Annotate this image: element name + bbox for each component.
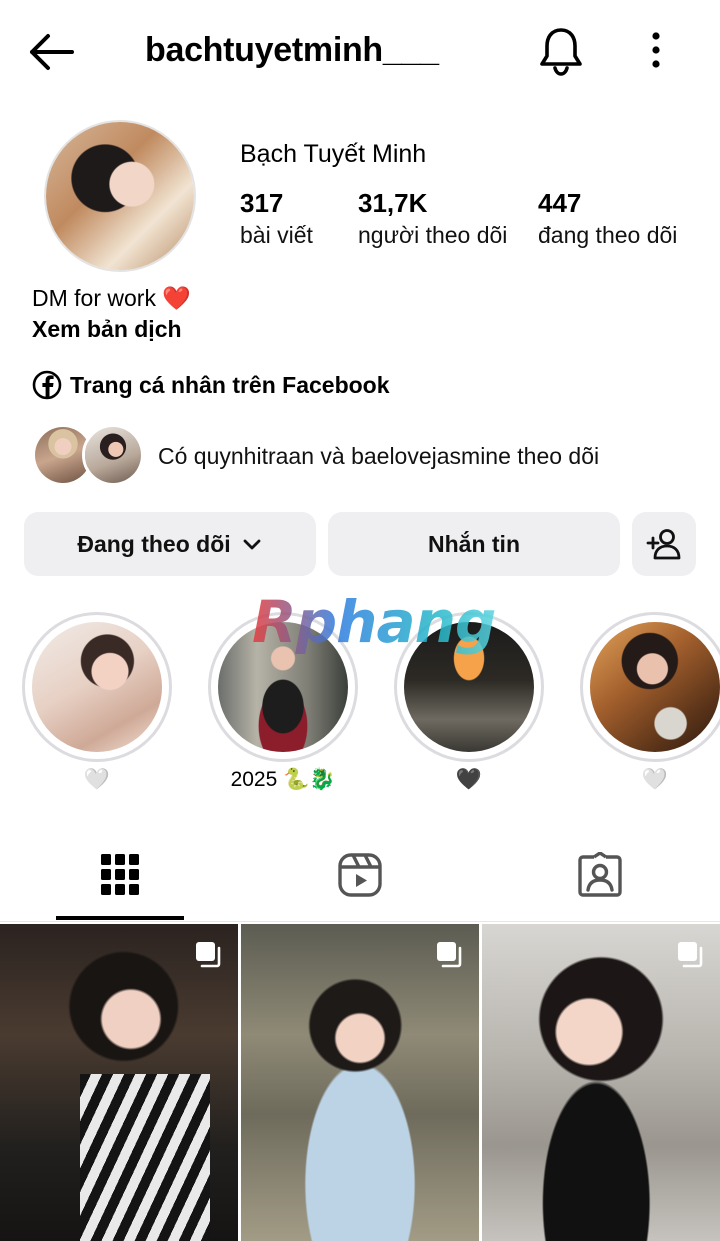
stat-following-label: đang theo dõi — [538, 222, 678, 248]
tab-posts[interactable] — [0, 830, 240, 920]
facebook-link-label: Trang cá nhân trên Facebook — [70, 371, 390, 398]
stat-followers-value: 31,7K — [358, 188, 428, 218]
highlight-cover — [590, 622, 720, 752]
arrow-left-icon — [30, 34, 74, 70]
post-thumbnail[interactable] — [482, 924, 720, 1241]
highlight-cover — [32, 622, 162, 752]
stat-following[interactable]: 447 đang theo dõi — [538, 186, 677, 250]
carousel-icon — [678, 942, 703, 968]
highlight-label: 2025 🐍🐉 — [230, 768, 336, 791]
translate-bio-link[interactable]: Xem bản dịch — [32, 314, 182, 344]
facebook-profile-link[interactable]: Trang cá nhân trên Facebook — [32, 368, 390, 402]
following-button[interactable]: Đang theo dõi — [24, 512, 316, 576]
highlight-ring — [22, 612, 172, 762]
carousel-icon — [437, 942, 462, 968]
add-user-icon — [646, 529, 681, 560]
profile-bio: DM for work ❤️ — [32, 285, 191, 311]
tab-tagged[interactable] — [480, 830, 720, 920]
post-thumbnail[interactable] — [241, 924, 479, 1241]
suggest-people-button[interactable] — [632, 512, 696, 576]
profile-avatar[interactable] — [44, 120, 196, 272]
facebook-icon — [32, 370, 62, 400]
stat-posts-value: 317 — [240, 188, 284, 218]
carousel-icon — [196, 942, 221, 968]
more-options-button[interactable] — [640, 26, 672, 74]
more-vertical-icon — [652, 32, 660, 68]
notifications-button[interactable] — [536, 24, 586, 76]
mutual-avatar — [82, 424, 144, 486]
tagged-icon — [578, 852, 622, 897]
bell-icon — [540, 28, 582, 76]
avatar-image — [46, 122, 194, 270]
reels-icon — [338, 853, 382, 897]
post-thumbnail[interactable] — [0, 924, 238, 1241]
profile-username: bachtuyetminh___ — [145, 31, 439, 69]
highlight-label: 🖤 — [455, 768, 483, 791]
grid-icon — [101, 854, 139, 895]
message-button[interactable]: Nhắn tin — [328, 512, 620, 576]
stat-posts-label: bài viết — [240, 222, 313, 248]
stat-followers[interactable]: 31,7K người theo dõi — [358, 186, 507, 250]
following-button-label: Đang theo dõi — [77, 530, 231, 557]
display-name: Bạch Tuyết Minh — [240, 140, 427, 168]
story-highlight[interactable]: 🤍 — [580, 612, 720, 794]
stat-followers-label: người theo dõi — [358, 222, 508, 248]
chevron-down-icon — [243, 539, 261, 550]
active-tab-indicator — [56, 916, 184, 920]
highlight-label: 🤍 — [83, 768, 111, 791]
tab-reels[interactable] — [240, 830, 480, 920]
top-bar: bachtuyetminh___ — [0, 0, 720, 100]
stat-following-value: 447 — [538, 188, 582, 218]
message-button-label: Nhắn tin — [428, 530, 520, 557]
mutual-followers-text: Có quynhitraan và baelovejasmine theo dõ… — [158, 443, 600, 469]
mutual-followers[interactable]: Có quynhitraan và baelovejasmine theo dõ… — [32, 424, 712, 488]
highlight-label: 🤍 — [641, 768, 669, 791]
highlight-ring — [580, 612, 720, 762]
story-highlight[interactable]: 🤍 — [22, 612, 172, 794]
back-button[interactable] — [26, 28, 86, 76]
posts-grid — [0, 924, 720, 1241]
profile-tabs — [0, 830, 720, 922]
stat-posts[interactable]: 317 bài viết — [240, 186, 313, 250]
watermark: Rphang — [252, 588, 496, 656]
